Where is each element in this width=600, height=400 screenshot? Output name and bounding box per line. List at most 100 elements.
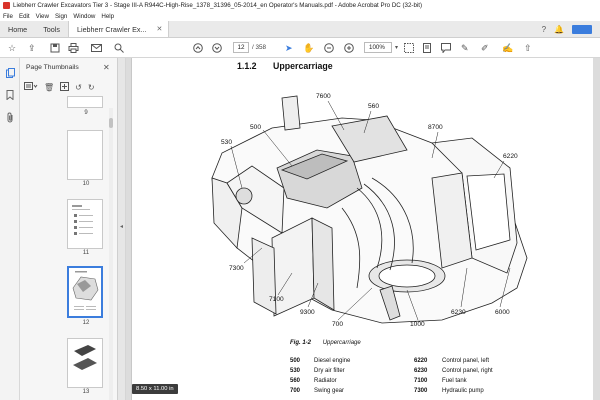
legend-text: Control panel, left bbox=[442, 358, 490, 364]
menu-edit[interactable]: Edit bbox=[19, 13, 30, 20]
close-panel-icon[interactable]: ✕ bbox=[103, 63, 110, 72]
thumbnail-label: 10 bbox=[82, 181, 90, 187]
tab-document[interactable]: Liebherr Crawler Ex... ✕ bbox=[67, 21, 170, 37]
rotate-right-icon[interactable]: ↻ bbox=[88, 83, 95, 92]
collapse-panel-icon[interactable]: ◂ bbox=[120, 223, 123, 230]
previous-page-icon[interactable] bbox=[193, 42, 203, 54]
legend-text: Diesel engine bbox=[314, 358, 351, 364]
notifications-bell-icon[interactable]: 🔔 bbox=[554, 25, 564, 34]
callout-6220: 6220 bbox=[503, 153, 518, 160]
legend-text: Swing gear bbox=[314, 388, 345, 394]
tab-home[interactable]: Home bbox=[0, 21, 35, 37]
zoom-level-field[interactable]: 100% bbox=[364, 42, 392, 53]
legend-row: 7100 Fuel tank bbox=[414, 378, 467, 384]
menu-help[interactable]: Help bbox=[101, 13, 114, 20]
legend-text: Radiator bbox=[314, 378, 337, 384]
tab-document-label: Liebherr Crawler Ex... bbox=[76, 24, 147, 34]
document-area[interactable]: 1.1.2 Uppercarriage 7600 560 500 530 870… bbox=[126, 58, 600, 400]
fill-sign-icon[interactable]: ✍ bbox=[502, 42, 513, 54]
thumbnail-page[interactable] bbox=[67, 96, 103, 108]
insert-page-icon[interactable] bbox=[60, 81, 70, 93]
callout-560: 560 bbox=[368, 103, 380, 110]
rotate-left-icon[interactable]: ↺ bbox=[75, 83, 82, 92]
search-icon[interactable] bbox=[114, 42, 124, 54]
print-icon[interactable] bbox=[68, 42, 79, 54]
thumbnail-page[interactable] bbox=[67, 130, 103, 180]
uppercarriage-drawing bbox=[211, 95, 528, 324]
toolbar: ☆ ⇪ ➤ ✋ ✎ ✐ ✍ ⇧ bbox=[0, 38, 600, 58]
marquee-zoom-icon[interactable] bbox=[404, 42, 414, 54]
legend-code: 560 bbox=[290, 378, 301, 384]
menu-file[interactable]: File bbox=[3, 13, 13, 20]
hand-tool-icon[interactable]: ✋ bbox=[303, 42, 314, 54]
legend-code: 6230 bbox=[414, 368, 428, 374]
sign-in-button[interactable] bbox=[572, 24, 592, 34]
callout-6230: 6230 bbox=[451, 309, 466, 316]
legend-row: 6220 Control panel, left bbox=[414, 358, 489, 364]
highlight-pen-icon[interactable]: ✎ bbox=[461, 42, 469, 54]
callout-7300: 7300 bbox=[229, 265, 244, 272]
scrollbar-thumb[interactable] bbox=[109, 118, 113, 128]
thumbnail-page[interactable] bbox=[67, 199, 103, 249]
zoom-in-icon[interactable] bbox=[344, 42, 354, 54]
page-fit-icon[interactable] bbox=[422, 42, 432, 54]
figure-caption-text: Uppercarriage bbox=[322, 340, 361, 346]
thumbnail-page-selected[interactable] bbox=[67, 266, 103, 318]
thumbnail-content bbox=[73, 345, 97, 370]
legend-code: 530 bbox=[290, 368, 301, 374]
upload-icon[interactable]: ⇪ bbox=[28, 42, 36, 54]
save-icon[interactable] bbox=[50, 42, 60, 54]
page-size-badge: 8.50 x 11.00 in bbox=[132, 384, 178, 394]
page-number-input[interactable]: 12 bbox=[233, 42, 249, 53]
draw-icon[interactable]: ✐ bbox=[481, 42, 489, 54]
bookmark-icon[interactable] bbox=[5, 90, 15, 100]
legend-text: Control panel, right bbox=[442, 368, 493, 374]
callout-6000: 6000 bbox=[495, 309, 510, 316]
thumbnail-panel: Page Thumbnails ✕ 🗑 ↺ ↻ 9 10 11 12 13 bbox=[20, 58, 118, 400]
menu-bar: File Edit View Sign Window Help bbox=[0, 11, 600, 21]
window-title: Liebherr Crawler Excavators Tier 3 - Sta… bbox=[13, 2, 423, 9]
legend-code: 700 bbox=[290, 388, 301, 394]
help-icon[interactable]: ? bbox=[542, 25, 546, 34]
callout-700: 700 bbox=[332, 321, 344, 328]
comment-icon[interactable] bbox=[441, 42, 451, 54]
legend-text: Dry air filter bbox=[314, 368, 345, 374]
delete-page-icon[interactable]: 🗑 bbox=[44, 83, 54, 92]
legend-row: 560 Radiator bbox=[290, 378, 337, 384]
callout-7100: 7100 bbox=[269, 296, 284, 303]
email-icon[interactable] bbox=[91, 42, 102, 54]
legend-row: 530 Dry air filter bbox=[290, 368, 345, 374]
menu-window[interactable]: Window bbox=[73, 13, 95, 20]
acrobat-logo-icon bbox=[3, 2, 10, 9]
tab-tools[interactable]: Tools bbox=[35, 21, 68, 37]
menu-view[interactable]: View bbox=[36, 13, 49, 20]
star-icon[interactable]: ☆ bbox=[8, 42, 16, 54]
legend-text: Fuel tank bbox=[442, 378, 467, 384]
thumbnail-scrollbar[interactable] bbox=[109, 108, 113, 400]
attachment-icon[interactable] bbox=[5, 112, 15, 122]
figure-label: Fig. 1-2 bbox=[290, 340, 312, 346]
callout-1000: 1000 bbox=[410, 321, 425, 328]
legend-text: Hydraulic pump bbox=[442, 388, 484, 394]
share-icon[interactable]: ⇧ bbox=[524, 42, 532, 54]
thumbnail-label: 13 bbox=[82, 389, 90, 395]
panel-splitter[interactable]: ◂ bbox=[118, 58, 126, 400]
select-cursor-icon[interactable]: ➤ bbox=[285, 42, 293, 54]
next-page-icon[interactable] bbox=[212, 42, 222, 54]
page-count: / 358 bbox=[252, 44, 267, 51]
figure-caption: Fig. 1-2 Uppercarriage bbox=[290, 340, 361, 346]
thumbnail-label: 9 bbox=[84, 110, 88, 116]
legend-row: 7300 Hydraulic pump bbox=[414, 388, 484, 394]
zoom-dropdown-icon[interactable]: ▾ bbox=[395, 44, 398, 51]
legend-row: 6230 Control panel, right bbox=[414, 368, 493, 374]
close-tab-icon[interactable]: ✕ bbox=[156, 25, 162, 33]
options-menu-icon[interactable] bbox=[24, 82, 38, 92]
page-thumbnails-icon[interactable] bbox=[5, 68, 15, 78]
menu-sign[interactable]: Sign bbox=[55, 13, 67, 20]
zoom-out-icon[interactable] bbox=[324, 42, 334, 54]
thumbnail-page[interactable] bbox=[67, 338, 103, 388]
legend-row: 700 Swing gear bbox=[290, 388, 344, 394]
legend-code: 500 bbox=[290, 358, 301, 364]
panel-toolbar: 🗑 ↺ ↻ bbox=[24, 80, 116, 94]
legend-code: 6220 bbox=[414, 358, 428, 364]
